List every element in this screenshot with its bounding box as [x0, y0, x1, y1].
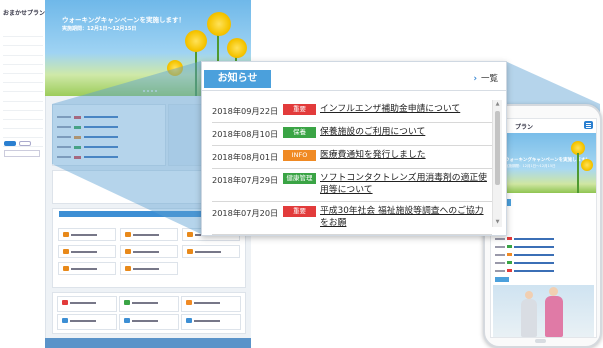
desktop-banner-card	[52, 292, 246, 334]
desktop-hero-period: 実施期間：12月1日～12月15日	[62, 26, 137, 32]
desktop-nav-item[interactable]	[3, 111, 43, 120]
desktop-notice-row[interactable]	[57, 125, 118, 129]
scroll-up-icon[interactable]: ▲	[494, 101, 501, 108]
notice-item[interactable]: 2018年07月20日 重要 平成30年社会 福祉施設等調査へのご協力をお願	[212, 202, 492, 235]
notice-item[interactable]: 2018年09月22日 重要 インフルエンザ補助金申請について	[212, 100, 492, 123]
phone-photo	[493, 285, 594, 337]
person-figure	[545, 296, 563, 337]
notice-title-link[interactable]: 保養施設のご利用について	[320, 127, 492, 139]
phone-notice-row[interactable]	[495, 261, 554, 264]
person-head	[525, 291, 533, 299]
desktop-nav-item[interactable]	[3, 102, 43, 111]
desktop-footer	[45, 338, 251, 348]
desktop-nav-item[interactable]	[3, 28, 43, 38]
desktop-banner[interactable]	[181, 314, 241, 330]
notice-date: 2018年09月22日	[212, 106, 279, 116]
desktop-nav-item[interactable]	[3, 74, 43, 84]
person-head	[549, 287, 558, 296]
desktop-notice-row[interactable]	[57, 115, 118, 119]
notice-category-badge: 健康管理	[283, 173, 316, 184]
notice-title-link[interactable]: インフルエンザ補助金申請について	[320, 104, 492, 116]
desktop-search-input[interactable]	[4, 150, 40, 157]
notice-panel: お知らせ › 一覧 2018年09月22日 重要 インフルエンザ補助金申請について…	[201, 61, 507, 236]
desktop-notice-card	[52, 104, 166, 166]
font-size-button[interactable]	[19, 141, 31, 146]
notice-category-badge: INFO	[283, 150, 316, 161]
phone-notice-row[interactable]	[495, 253, 554, 256]
daffodil-flower	[185, 30, 207, 52]
desktop-banner[interactable]	[119, 314, 179, 330]
phone-logo: プラン	[515, 124, 534, 131]
desktop-sidebar: おまかせプラン	[0, 0, 46, 348]
desktop-nav-item[interactable]	[3, 65, 43, 74]
desktop-banner[interactable]	[57, 314, 117, 330]
notice-panel-divider	[202, 90, 506, 91]
notice-date: 2018年07月20日	[212, 208, 279, 218]
notice-date: 2018年08月10日	[212, 129, 279, 139]
desktop-nav-item[interactable]	[3, 92, 43, 102]
phone-notice-row[interactable]	[495, 245, 554, 248]
notice-list: 2018年09月22日 重要 インフルエンザ補助金申請について 2018年08月…	[212, 100, 492, 235]
flower-stem	[577, 153, 579, 193]
notice-more-link[interactable]: › 一覧	[473, 72, 498, 84]
phone-notice-row[interactable]	[495, 269, 554, 272]
notice-date: 2018年07月29日	[212, 175, 279, 185]
chevron-right-icon: ›	[473, 74, 477, 84]
desktop-banner[interactable]	[181, 296, 241, 312]
hamburger-menu-icon[interactable]	[584, 121, 593, 129]
desktop-notice-row[interactable]	[57, 155, 118, 159]
desktop-banner[interactable]	[119, 296, 179, 312]
desktop-nav-item[interactable]	[3, 120, 43, 130]
notice-title-link[interactable]: 平成30年社会 福祉施設等調査へのご協力をお願	[320, 206, 492, 229]
notice-category-badge: 重要	[283, 104, 316, 115]
notice-panel-title: お知らせ	[204, 70, 271, 88]
notice-item[interactable]: 2018年07月29日 健康管理 ソフトコンタクトレンズ用消毒剤の適正使用等につ…	[212, 169, 492, 202]
notice-more-label: 一覧	[480, 74, 498, 84]
daffodil-flower	[581, 159, 593, 171]
slider-dots[interactable]	[143, 90, 157, 92]
font-size-button[interactable]	[4, 141, 16, 146]
desktop-notice-row[interactable]	[57, 145, 118, 149]
daffodil-flower	[227, 38, 247, 58]
desktop-nav-item[interactable]	[3, 46, 43, 56]
notice-title-link[interactable]: 医療費通知を発行しました	[320, 150, 492, 162]
desktop-nav-item[interactable]	[3, 83, 43, 93]
daffodil-flower	[207, 12, 231, 36]
desktop-link-tile[interactable]	[120, 262, 178, 275]
desktop-font-size-buttons	[4, 141, 31, 146]
notice-item[interactable]: 2018年08月10日 保養 保養施設のご利用について	[212, 123, 492, 146]
notice-scrollbar[interactable]: ▲ ▼	[492, 100, 502, 227]
scroll-down-icon[interactable]: ▼	[494, 219, 501, 226]
notice-title-link[interactable]: ソフトコンタクトレンズ用消毒剤の適正使用等について	[320, 173, 492, 196]
desktop-nav-item[interactable]	[3, 56, 43, 65]
desktop-link-tile[interactable]	[120, 228, 178, 241]
notice-item[interactable]: 2018年08月01日 INFO 医療費通知を発行しました	[212, 146, 492, 169]
desktop-banner[interactable]	[57, 296, 117, 312]
scrollbar-thumb[interactable]	[495, 111, 500, 185]
desktop-nav-item[interactable]	[3, 37, 43, 47]
desktop-link-tile[interactable]	[58, 245, 116, 258]
desktop-hero-title: ウォーキングキャンペーンを実施します！	[62, 16, 185, 24]
phone-hero-period: 実施期間：12月1日～12月15日	[505, 164, 556, 168]
desktop-link-tile[interactable]	[58, 228, 116, 241]
phone-home-button	[535, 339, 546, 343]
daffodil-flower	[167, 60, 183, 76]
desktop-nav	[3, 28, 43, 148]
phone-notice-row[interactable]	[495, 237, 554, 240]
desktop-nav-item[interactable]	[3, 129, 43, 139]
notice-category-badge: 保養	[283, 127, 316, 138]
desktop-link-tile[interactable]	[58, 262, 116, 275]
desktop-notice-row[interactable]	[57, 135, 118, 139]
notice-category-badge: 重要	[283, 206, 316, 217]
phone-section-header	[495, 277, 509, 282]
notice-date: 2018年08月01日	[212, 152, 279, 162]
person-figure	[521, 299, 537, 337]
desktop-link-tile[interactable]	[120, 245, 178, 258]
desktop-logo: おまかせプラン	[3, 10, 46, 17]
desktop-link-tile[interactable]	[182, 245, 240, 258]
